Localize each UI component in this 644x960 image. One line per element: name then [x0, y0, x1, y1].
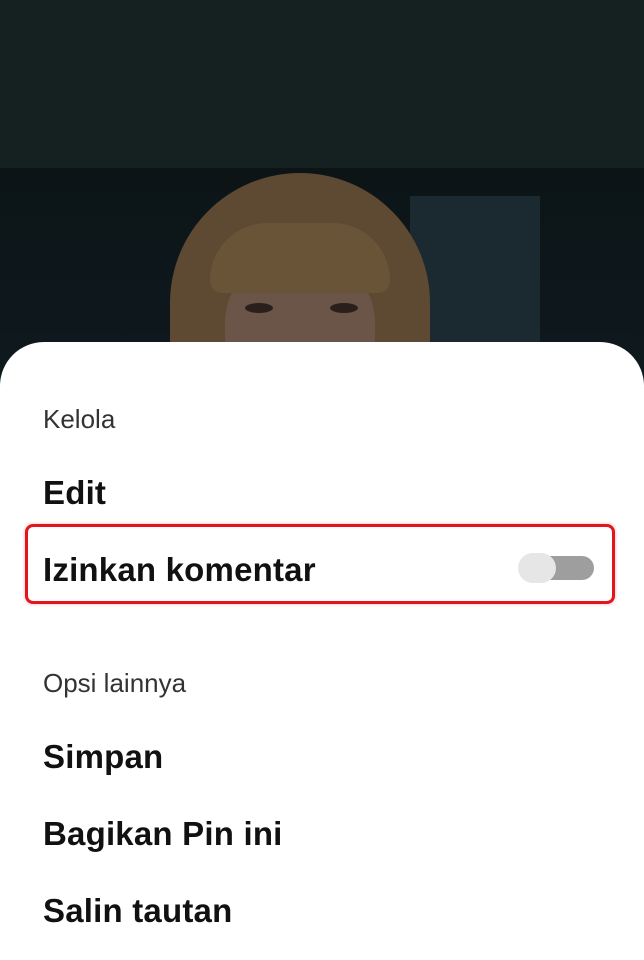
bangs-shape: [210, 223, 390, 293]
menu-item-copy-link[interactable]: Salin tautan: [43, 892, 232, 930]
menu-item-share-pin[interactable]: Bagikan Pin ini: [43, 815, 283, 853]
menu-item-allow-comments[interactable]: Izinkan komentar: [43, 551, 316, 589]
menu-item-edit[interactable]: Edit: [43, 474, 106, 512]
menu-item-save[interactable]: Simpan: [43, 738, 163, 776]
section-heading-other-options: Opsi lainnya: [43, 668, 187, 698]
section-heading-kelola: Kelola: [43, 404, 116, 434]
left-eye: [245, 303, 273, 313]
toggle-knob: [518, 553, 556, 583]
right-eye: [330, 303, 358, 313]
allow-comments-toggle[interactable]: [518, 553, 594, 583]
